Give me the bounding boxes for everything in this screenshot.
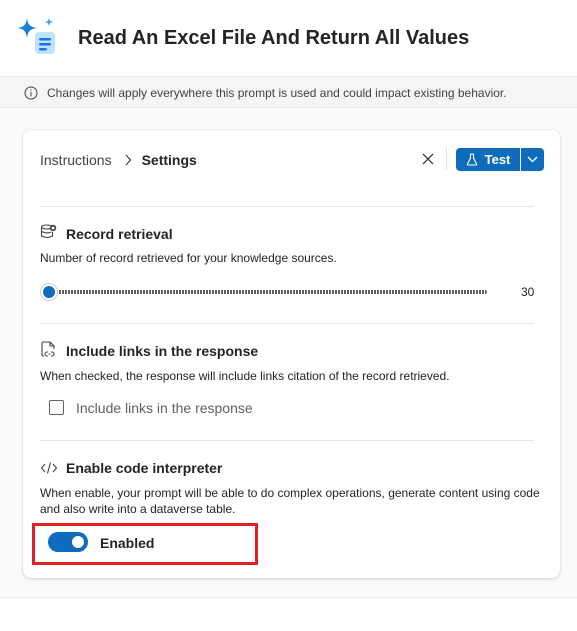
beaker-icon: [466, 153, 477, 166]
include-links-title: Include links in the response: [66, 343, 259, 359]
page-title: Read An Excel File And Return All Values: [78, 27, 470, 49]
info-banner-text: Changes will apply everywhere this promp…: [47, 86, 507, 100]
include-links-checkbox[interactable]: [49, 400, 64, 415]
code-interpreter-description: When enable, your prompt will be able to…: [40, 486, 540, 516]
sparkle-prompt-icon: [17, 18, 55, 54]
breadcrumb-instructions[interactable]: Instructions: [40, 152, 112, 168]
close-icon[interactable]: [420, 151, 436, 167]
code-icon: [40, 462, 58, 474]
slider-thumb-dot: [43, 286, 55, 298]
database-search-icon: [40, 224, 57, 239]
record-retrieval-description: Number of record retrieved for your know…: [40, 251, 337, 265]
test-button[interactable]: Test: [456, 148, 520, 171]
toolbar-divider: [446, 148, 447, 170]
breadcrumb: Instructions Settings: [40, 152, 197, 168]
page-header: Read An Excel File And Return All Values: [0, 0, 577, 76]
annotation-highlight-box: [32, 523, 258, 565]
chevron-down-icon: [527, 156, 538, 163]
divider: [40, 440, 534, 441]
test-dropdown-button[interactable]: [521, 148, 544, 171]
include-links-checkbox-label[interactable]: Include links in the response: [76, 400, 253, 416]
document-link-icon: [41, 341, 55, 357]
code-interpreter-title: Enable code interpreter: [66, 460, 223, 476]
record-retrieval-value: 30: [521, 285, 535, 299]
divider: [40, 206, 534, 207]
include-links-description: When checked, the response will include …: [40, 369, 450, 383]
breadcrumb-settings: Settings: [141, 152, 197, 168]
record-retrieval-slider-thumb[interactable]: [40, 283, 58, 301]
record-retrieval-slider-track[interactable]: [47, 290, 487, 294]
divider: [40, 323, 534, 324]
info-banner: Changes will apply everywhere this promp…: [0, 76, 577, 108]
settings-card: Instructions Settings Test Record retrie…: [23, 130, 560, 578]
chevron-right-icon: [125, 154, 131, 166]
record-retrieval-title: Record retrieval: [66, 226, 173, 242]
info-icon: [24, 86, 38, 100]
test-button-label: Test: [484, 152, 511, 167]
